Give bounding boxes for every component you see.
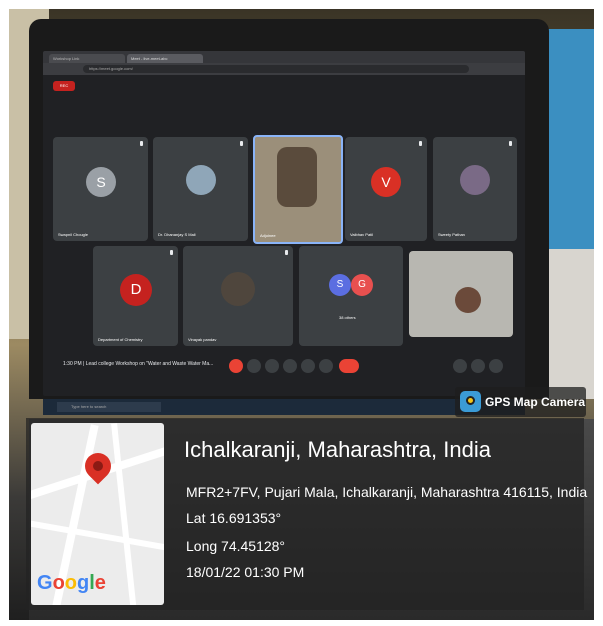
captions-button[interactable] bbox=[265, 359, 279, 373]
location-address: MFR2+7FV, Pujari Mala, Ichalkaranji, Mah… bbox=[186, 484, 588, 500]
chat-button[interactable] bbox=[489, 359, 503, 373]
mic-icon bbox=[285, 250, 288, 255]
present-button[interactable] bbox=[301, 359, 315, 373]
mic-icon bbox=[240, 141, 243, 146]
laptop-screen: Workshop Link Meet - live-meet-abc https… bbox=[43, 51, 525, 396]
participant-name: Vinayak pandav bbox=[188, 337, 217, 342]
participant-name: Department of Chemistry bbox=[98, 337, 143, 342]
participant-tile-active[interactable]: Adjoinee bbox=[253, 135, 343, 244]
address-bar[interactable]: https://meet.google.com/ bbox=[83, 65, 469, 73]
gps-camera-icon bbox=[460, 391, 481, 412]
mic-icon bbox=[509, 141, 512, 146]
video-feed bbox=[455, 287, 481, 313]
participant-name: Vaibhav Patil bbox=[350, 232, 374, 237]
mic-icon bbox=[419, 141, 422, 146]
browser-tabs: Workshop Link Meet - live-meet-abc bbox=[43, 51, 525, 63]
timestamp: 18/01/22 01:30 PM bbox=[186, 564, 305, 580]
address-bar-row: https://meet.google.com/ bbox=[43, 63, 525, 75]
end-call-button[interactable] bbox=[339, 359, 359, 373]
latitude: Lat 16.691353° bbox=[186, 510, 282, 526]
browser-tab-1[interactable]: Workshop Link bbox=[49, 54, 125, 63]
rec-badge: REC bbox=[53, 81, 75, 91]
avatar: S bbox=[86, 167, 116, 197]
participant-name: Sweety Pathan bbox=[438, 232, 465, 237]
gps-app-badge: GPS Map Camera bbox=[455, 387, 586, 417]
participant-tile[interactable]: Vinayak pandav bbox=[183, 246, 293, 346]
meet-control-bar: 1:30 PM | Lead college Workshop on "Wate… bbox=[43, 351, 525, 381]
participant-name: Dr. Dhananjay S Mali bbox=[158, 232, 196, 237]
info-button[interactable] bbox=[453, 359, 467, 373]
raise-hand-button[interactable] bbox=[283, 359, 297, 373]
avatar: S bbox=[329, 274, 351, 296]
mic-icon bbox=[170, 250, 173, 255]
map-road bbox=[31, 519, 164, 553]
camera-button[interactable] bbox=[247, 359, 261, 373]
avatar: D bbox=[120, 274, 152, 306]
avatar bbox=[221, 272, 255, 306]
people-button[interactable] bbox=[471, 359, 485, 373]
location-title: Ichalkaranji, Maharashtra, India bbox=[184, 437, 491, 462]
participant-tile[interactable] bbox=[409, 251, 513, 337]
meeting-title: Lead college Workshop on "Water and Wast… bbox=[85, 361, 214, 367]
google-logo: Google bbox=[37, 572, 106, 594]
windows-taskbar: Type here to search bbox=[43, 399, 525, 415]
taskbar-search[interactable]: Type here to search bbox=[57, 402, 161, 412]
avatar: G bbox=[351, 274, 373, 296]
others-count: 38 others bbox=[339, 315, 356, 320]
participant-name: Adjoinee bbox=[260, 233, 276, 238]
meeting-time: 1:30 PM bbox=[63, 361, 82, 367]
avatar bbox=[460, 165, 490, 195]
longitude: Long 74.45128° bbox=[186, 538, 286, 554]
mic-icon bbox=[140, 141, 143, 146]
meeting-details: 1:30 PM | Lead college Workshop on "Wate… bbox=[63, 361, 214, 367]
avatar bbox=[186, 165, 216, 195]
participant-tile[interactable]: V Vaibhav Patil bbox=[345, 137, 427, 241]
participant-tile[interactable]: Sweety Pathan bbox=[433, 137, 517, 241]
mic-button[interactable] bbox=[229, 359, 243, 373]
participant-tile[interactable]: D Department of Chemistry bbox=[93, 246, 178, 346]
participant-tile[interactable]: S Swapnil Chougle bbox=[53, 137, 148, 241]
video-feed bbox=[277, 147, 317, 207]
location-map: Google bbox=[31, 423, 164, 605]
participant-tile[interactable]: Dr. Dhananjay S Mali bbox=[153, 137, 248, 241]
browser-tab-2[interactable]: Meet - live-meet-abc bbox=[127, 54, 203, 63]
participant-tile-others[interactable]: S G 38 others bbox=[299, 246, 403, 346]
participant-name: Swapnil Chougle bbox=[58, 232, 89, 237]
gps-app-name: GPS Map Camera bbox=[485, 395, 586, 409]
more-options-button[interactable] bbox=[319, 359, 333, 373]
avatar: V bbox=[371, 167, 401, 197]
map-road bbox=[111, 423, 137, 605]
